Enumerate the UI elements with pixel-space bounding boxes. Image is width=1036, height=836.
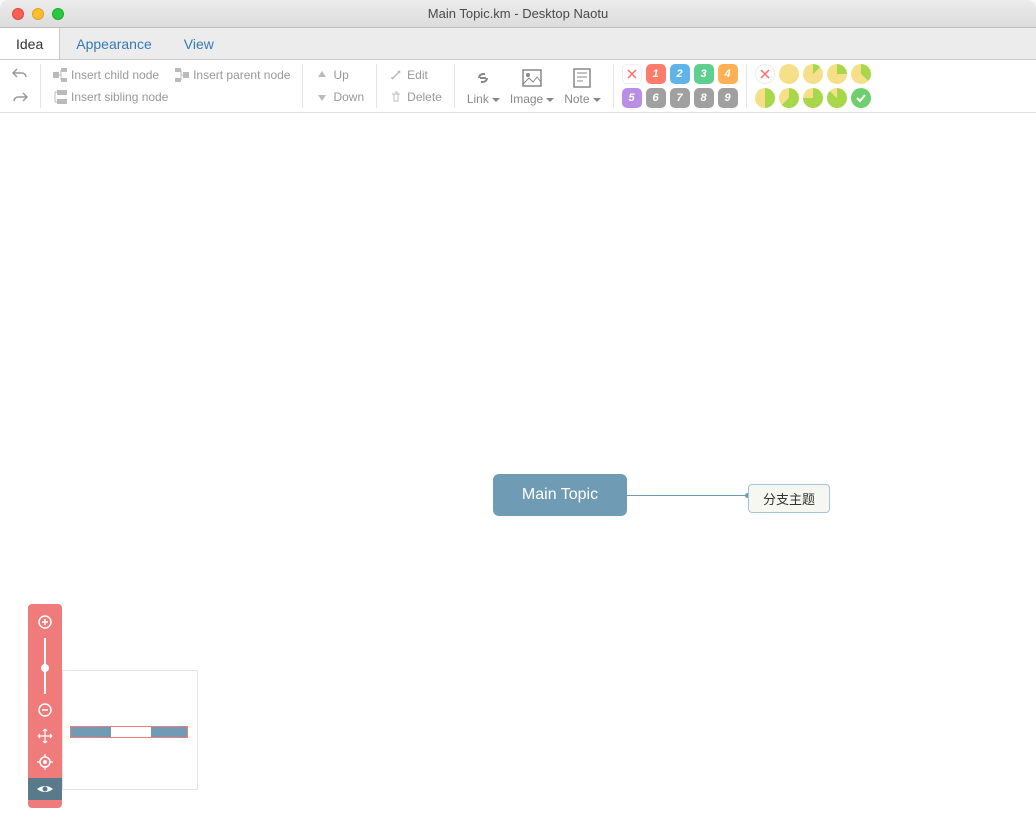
- priority-7[interactable]: 7: [670, 88, 690, 108]
- priority-3[interactable]: 3: [694, 64, 714, 84]
- progress-7[interactable]: [827, 88, 847, 108]
- image-dropdown[interactable]: Image: [510, 66, 554, 106]
- chevron-down-icon: [546, 98, 554, 102]
- trash-icon: [389, 90, 403, 104]
- node-connector: [627, 495, 748, 497]
- progress-badges: [747, 64, 879, 108]
- priority-clear[interactable]: [622, 64, 642, 84]
- priority-5[interactable]: 5: [622, 88, 642, 108]
- nav-tools: [28, 604, 62, 808]
- zoom-slider[interactable]: [44, 638, 46, 694]
- note-dropdown[interactable]: Note: [564, 66, 600, 106]
- tab-view[interactable]: View: [168, 28, 230, 59]
- zoom-out-button[interactable]: [35, 700, 55, 720]
- pan-button[interactable]: [35, 726, 55, 746]
- edit-icon: [389, 68, 403, 82]
- progress-2[interactable]: [827, 64, 847, 84]
- progress-4[interactable]: [755, 88, 775, 108]
- close-button[interactable]: [12, 8, 24, 20]
- undo-button[interactable]: [8, 65, 32, 83]
- progress-1[interactable]: [803, 64, 823, 84]
- arrow-down-icon: [315, 90, 329, 104]
- insert-parent-button[interactable]: Insert parent node: [171, 66, 294, 84]
- toolbar: Insert child node Insert parent node Ins…: [0, 60, 1036, 113]
- progress-clear[interactable]: [755, 64, 775, 84]
- progress-3[interactable]: [851, 64, 871, 84]
- chevron-down-icon: [492, 98, 500, 102]
- window-controls: [0, 8, 64, 20]
- move-down-button[interactable]: Down: [311, 88, 368, 106]
- progress-5[interactable]: [779, 88, 799, 108]
- priority-6[interactable]: 6: [646, 88, 666, 108]
- image-icon: [520, 66, 544, 90]
- ribbon-tabs: Idea Appearance View: [0, 28, 1036, 60]
- arrow-up-icon: [315, 68, 329, 82]
- zoom-slider-thumb[interactable]: [41, 664, 49, 672]
- tab-idea[interactable]: Idea: [0, 28, 60, 59]
- move-up-button[interactable]: Up: [311, 66, 368, 84]
- insert-child-button[interactable]: Insert child node: [49, 66, 163, 84]
- child-node-icon: [53, 68, 67, 82]
- chevron-down-icon: [593, 98, 601, 102]
- nav-panel: [28, 604, 62, 808]
- progress-done[interactable]: [851, 88, 871, 108]
- priority-8[interactable]: 8: [694, 88, 714, 108]
- locate-button[interactable]: [35, 752, 55, 772]
- progress-0[interactable]: [779, 64, 799, 84]
- minimize-button[interactable]: [32, 8, 44, 20]
- minimap-viewport[interactable]: [70, 726, 188, 738]
- delete-button[interactable]: Delete: [385, 88, 446, 106]
- priority-1[interactable]: 1: [646, 64, 666, 84]
- minimap[interactable]: [62, 670, 198, 790]
- titlebar: Main Topic.km - Desktop Naotu: [0, 0, 1036, 28]
- note-icon: [570, 66, 594, 90]
- progress-6[interactable]: [803, 88, 823, 108]
- tab-appearance[interactable]: Appearance: [60, 28, 168, 59]
- link-icon: [471, 66, 495, 90]
- parent-node-icon: [175, 68, 189, 82]
- link-dropdown[interactable]: Link: [467, 66, 500, 106]
- fullscreen-button[interactable]: [52, 8, 64, 20]
- redo-button[interactable]: [8, 89, 32, 107]
- toggle-minimap-button[interactable]: [28, 778, 62, 800]
- child-node[interactable]: 分支主题: [748, 484, 830, 513]
- window-title: Main Topic.km - Desktop Naotu: [0, 6, 1036, 21]
- priority-9[interactable]: 9: [718, 88, 738, 108]
- insert-sibling-button[interactable]: Insert sibling node: [49, 88, 294, 106]
- priority-2[interactable]: 2: [670, 64, 690, 84]
- mindmap-canvas[interactable]: Main Topic 分支主题: [0, 132, 1036, 836]
- edit-button[interactable]: Edit: [385, 66, 446, 84]
- root-node[interactable]: Main Topic: [493, 474, 627, 516]
- sibling-node-icon: [53, 90, 67, 104]
- zoom-in-button[interactable]: [35, 612, 55, 632]
- priority-4[interactable]: 4: [718, 64, 738, 84]
- priority-badges: 1 2 3 4 5 6 7 8 9: [614, 64, 747, 108]
